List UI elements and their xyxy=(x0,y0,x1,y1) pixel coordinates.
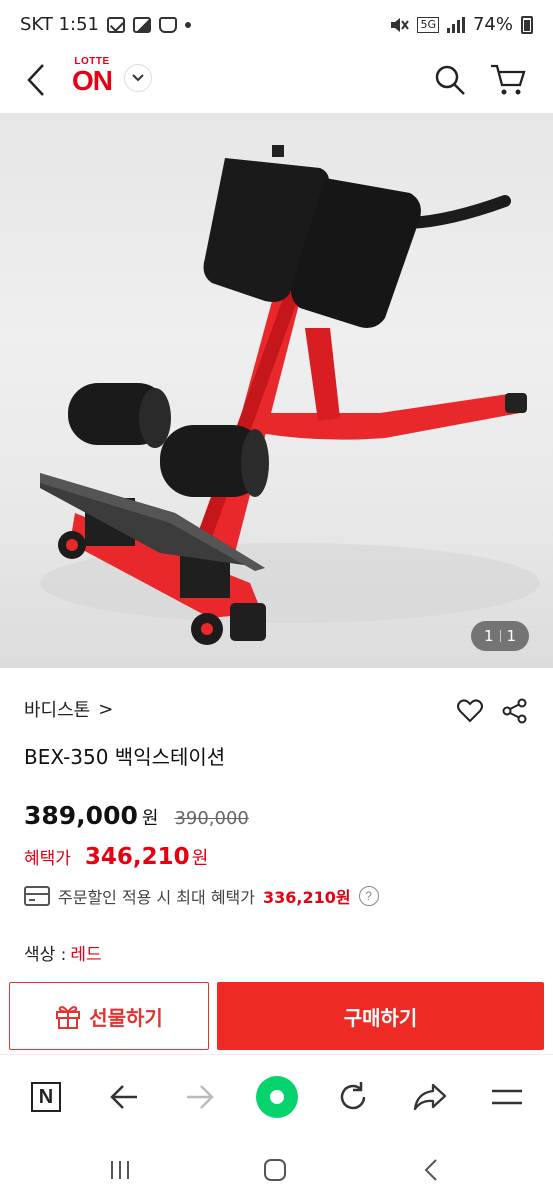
back-button[interactable] xyxy=(18,60,54,100)
refresh-button[interactable] xyxy=(331,1075,375,1119)
brand-link[interactable]: 바디스톤 > xyxy=(24,696,113,722)
card-discount-text: 주문할인 적용 시 최대 혜택가 xyxy=(58,888,255,907)
card-discount-price: 336,210원 xyxy=(262,888,351,907)
app-header: LOTTE ON xyxy=(0,52,553,110)
gift-button[interactable]: 선물하기 xyxy=(9,982,209,1050)
sale-price-unit: 원 xyxy=(141,808,159,829)
wishlist-button[interactable] xyxy=(455,696,485,726)
browser-back-button[interactable] xyxy=(102,1075,146,1119)
browser-forward-button[interactable] xyxy=(178,1075,222,1119)
image-counter-separator xyxy=(499,630,501,642)
notification-icon xyxy=(158,16,177,33)
image-counter-total: 1 xyxy=(506,627,517,645)
refresh-icon xyxy=(340,1082,366,1110)
message-icon xyxy=(106,16,125,33)
benefit-price-row: 혜택가 346,210 원 xyxy=(24,844,208,870)
price-row: 389,000 원 390,000 xyxy=(24,801,249,830)
search-icon xyxy=(435,65,465,95)
product-illustration xyxy=(40,145,540,645)
status-bar: SKT 1:51 5G 74% xyxy=(0,0,553,52)
battery-icon xyxy=(521,15,533,34)
service-dropdown-button[interactable] xyxy=(124,64,152,92)
buy-button-label: 구매하기 xyxy=(343,1005,418,1030)
forward-share-icon xyxy=(413,1083,447,1111)
mute-icon xyxy=(391,17,410,32)
home-button[interactable] xyxy=(253,1152,297,1188)
original-price: 390,000 xyxy=(174,808,249,829)
browser-share-button[interactable] xyxy=(408,1075,452,1119)
more-notifications-icon xyxy=(184,21,191,28)
benefit-label: 혜택가 xyxy=(24,849,71,869)
arrow-left-icon xyxy=(110,1085,137,1109)
signal-icon xyxy=(446,16,465,33)
color-value: 레드 xyxy=(70,945,102,965)
hamburger-icon xyxy=(492,1089,522,1105)
chevron-right-icon: > xyxy=(98,698,114,720)
naver-n-icon: N xyxy=(31,1082,61,1112)
sale-price: 389,000 xyxy=(24,801,138,830)
browser-toolbar: N xyxy=(0,1054,553,1140)
credit-card-icon xyxy=(24,886,50,906)
battery-percent: 74% xyxy=(472,14,513,35)
image-counter-current: 1 xyxy=(483,627,494,645)
status-left: SKT 1:51 xyxy=(20,14,191,35)
system-back-button[interactable] xyxy=(409,1152,453,1188)
lotte-on-logo[interactable]: LOTTE ON xyxy=(68,56,116,102)
chevron-down-icon xyxy=(132,74,144,82)
purchase-bar: 선물하기 구매하기 xyxy=(0,970,553,1054)
benefit-price: 346,210 xyxy=(84,844,190,870)
green-dot-button[interactable] xyxy=(255,1075,299,1119)
card-discount-row: 주문할인 적용 시 최대 혜택가 336,210원 ? xyxy=(24,884,379,908)
heart-icon xyxy=(457,699,483,723)
naver-home-button[interactable]: N xyxy=(24,1075,68,1119)
status-right: 5G 74% xyxy=(389,14,533,35)
menu-button[interactable] xyxy=(485,1075,529,1119)
image-counter: 1 1 xyxy=(471,621,529,651)
recent-apps-button[interactable] xyxy=(98,1152,142,1188)
buy-button[interactable]: 구매하기 xyxy=(217,982,544,1050)
gallery-icon xyxy=(132,16,151,33)
home-icon xyxy=(264,1159,286,1181)
cart-icon xyxy=(491,64,526,95)
network-type: 5G xyxy=(417,16,439,33)
search-button[interactable] xyxy=(432,60,468,100)
benefit-price-unit: 원 xyxy=(191,848,209,869)
product-title: BEX-350 백익스테이션 xyxy=(24,745,226,769)
carrier-time: SKT 1:51 xyxy=(20,14,99,35)
color-label: 색상 : xyxy=(24,945,67,965)
brand-name: 바디스톤 xyxy=(24,700,91,721)
help-icon[interactable]: ? xyxy=(358,886,379,906)
product-image[interactable]: 1 1 xyxy=(0,113,553,668)
arrow-right-icon xyxy=(187,1085,214,1109)
gift-icon xyxy=(56,1006,81,1029)
chevron-left-icon xyxy=(27,64,44,96)
cart-button[interactable] xyxy=(488,60,528,100)
gift-button-label: 선물하기 xyxy=(89,1005,163,1030)
system-navigation-bar xyxy=(0,1140,553,1200)
share-icon xyxy=(502,698,527,724)
color-option-row: 색상 : 레드 xyxy=(24,940,102,965)
logo-main-text: ON xyxy=(72,65,113,96)
green-dot-icon xyxy=(256,1076,298,1118)
back-triangle-icon xyxy=(424,1159,437,1181)
recent-apps-icon xyxy=(111,1161,129,1179)
benefit-price-wrap: 346,210 원 xyxy=(85,844,208,870)
share-button[interactable] xyxy=(500,696,530,726)
